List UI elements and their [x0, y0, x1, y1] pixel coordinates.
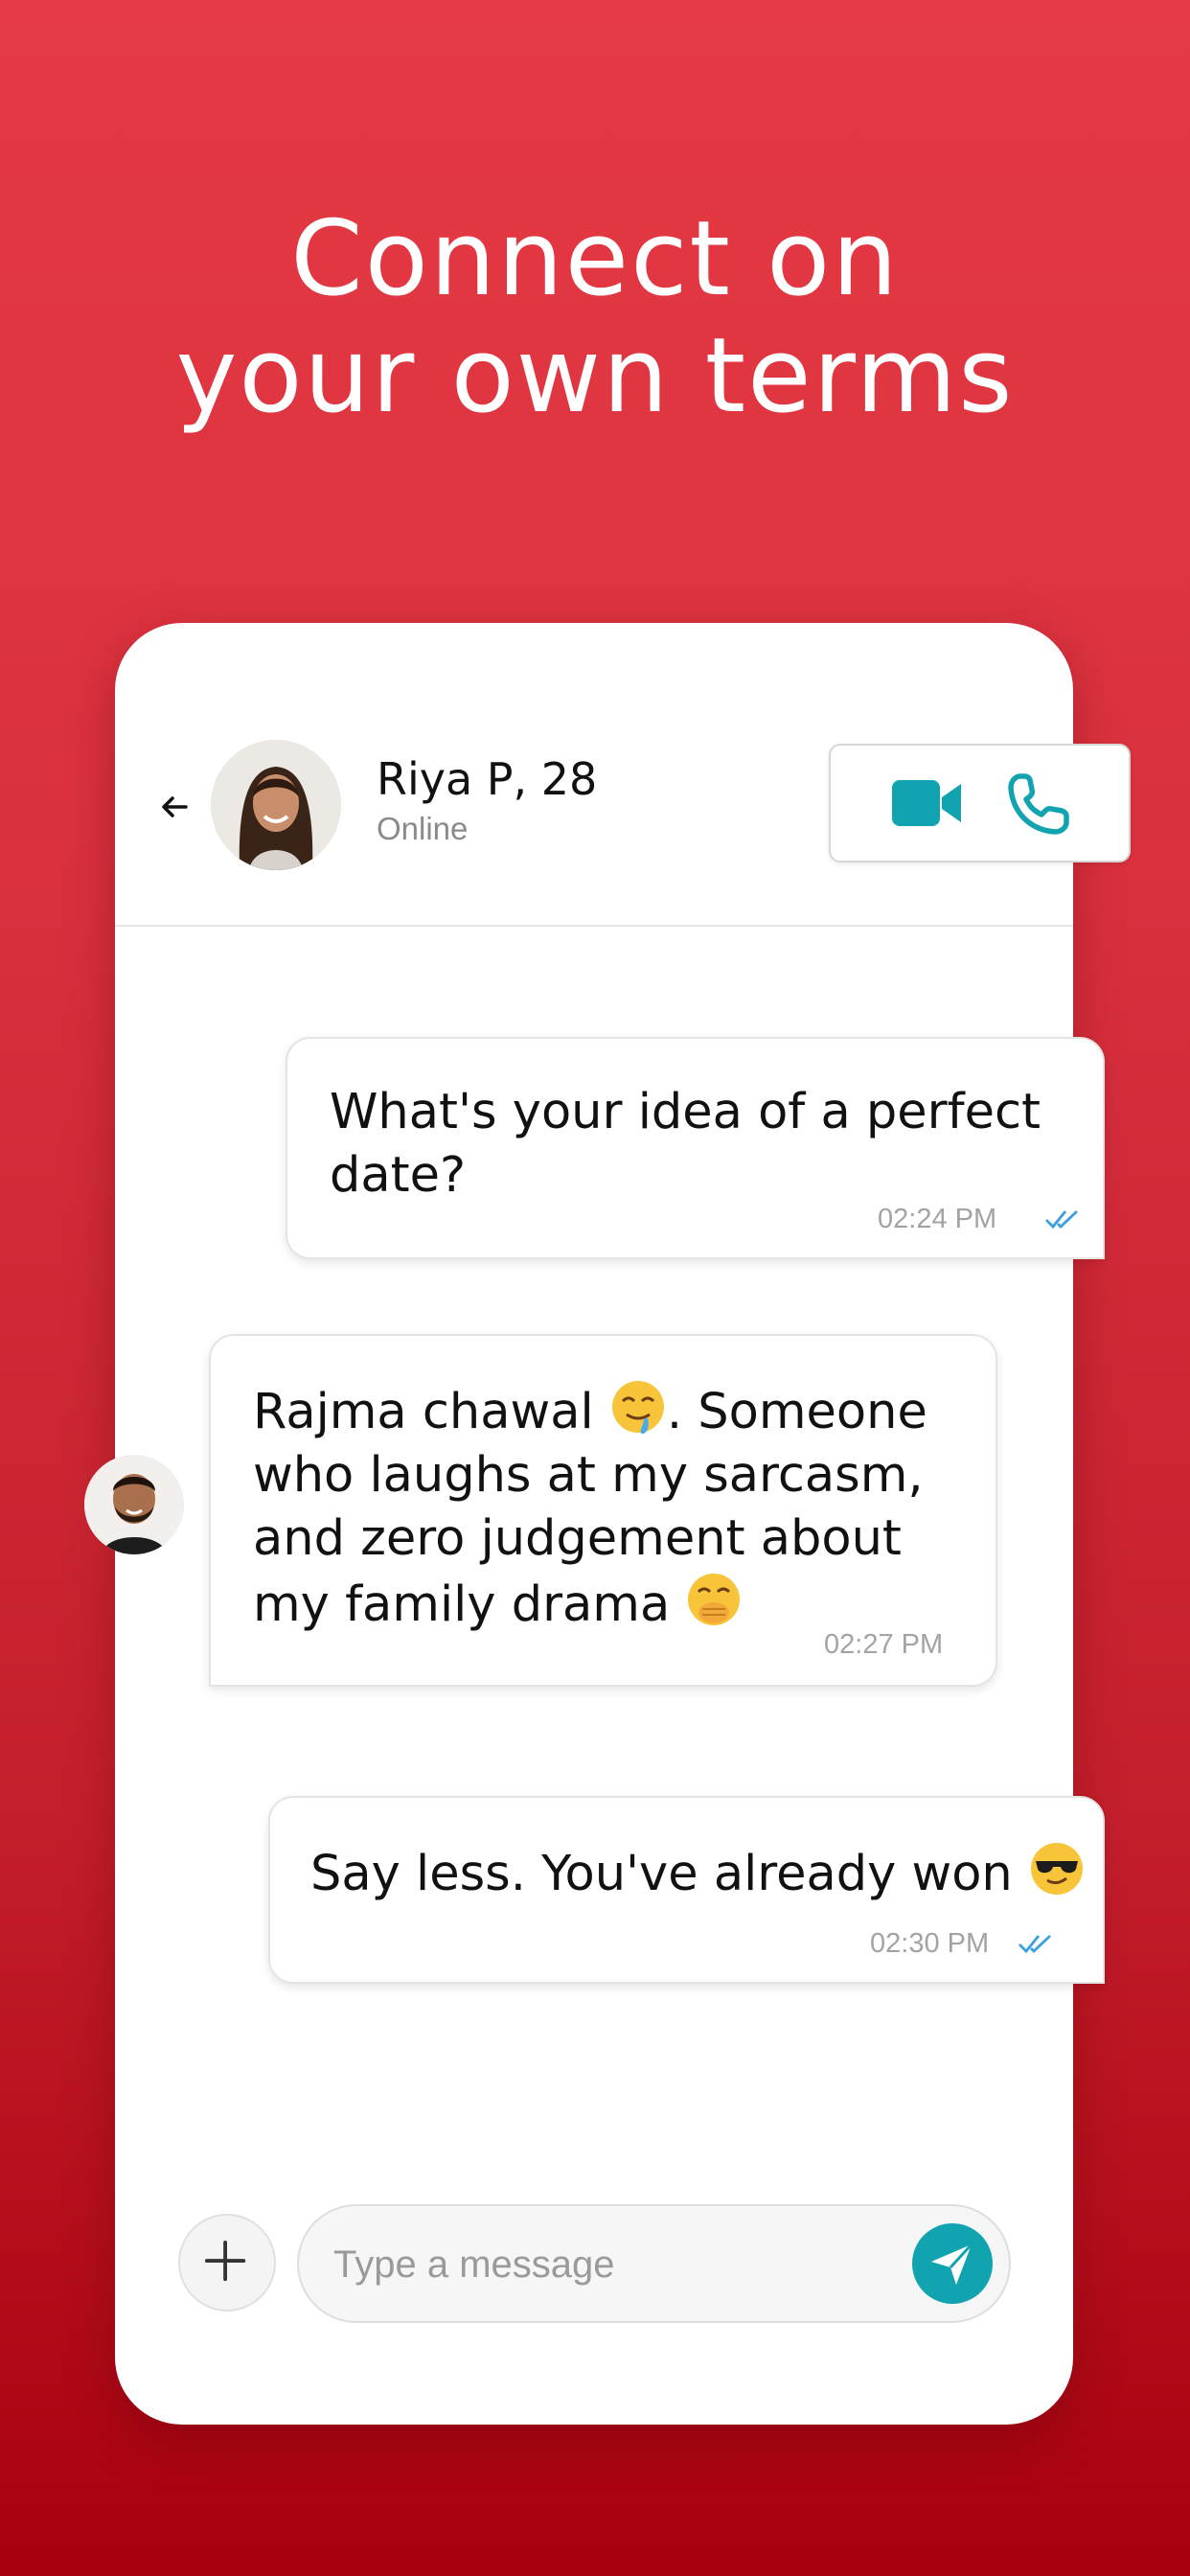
message-line: What's your idea of a perfect — [330, 1084, 1041, 1140]
message-time: 02:27 PM — [824, 1629, 944, 1660]
video-call-icon[interactable] — [890, 772, 965, 834]
sender-avatar[interactable] — [84, 1455, 184, 1554]
headline: Connect on your own terms — [0, 201, 1190, 435]
message-line: Rajma chawal . Someone — [253, 1378, 927, 1444]
contact-avatar[interactable] — [211, 740, 341, 870]
message-line: who laughs at my sarcasm, — [253, 1447, 924, 1504]
headline-line-1: Connect on — [290, 199, 900, 319]
send-icon — [931, 2242, 973, 2285]
message-fragment: my family drama — [253, 1576, 671, 1633]
contact-status: Online — [377, 811, 469, 846]
chat-screen: Riya P, 28 Online What's your idea of a … — [84, 623, 1131, 2425]
headline-line-2: your own terms — [175, 316, 1015, 436]
message-fragment: Say less. You've already won — [310, 1846, 1013, 1902]
message-bubble-outgoing[interactable]: Say less. You've already won 02:30 PM — [268, 1796, 1105, 1984]
double-check-icon — [1018, 1934, 1051, 1954]
contact-name: Riya P, 28 — [377, 753, 598, 805]
message-time: 02:24 PM — [878, 1204, 997, 1234]
message-text: Rajma chawal . Someone who laughs at my … — [253, 1378, 927, 1637]
message-fragment: . Someone — [666, 1384, 927, 1440]
plus-icon — [204, 2240, 246, 2282]
sunglasses-emoji-icon — [1030, 1843, 1083, 1895]
add-attachment-button[interactable] — [178, 2214, 276, 2312]
message-text: Say less. You've already won — [310, 1840, 1086, 1906]
message-bubble-incoming[interactable]: Rajma chawal . Someone who laughs at my … — [209, 1334, 997, 1687]
contact-photo — [211, 740, 341, 870]
header-divider — [115, 925, 1073, 927]
drooling-emoji-icon — [611, 1381, 664, 1434]
message-bubble-outgoing[interactable]: What's your idea of a perfect date? 02:2… — [286, 1037, 1105, 1259]
message-line: date? — [330, 1147, 467, 1204]
message-line: and zero judgement about — [253, 1510, 902, 1567]
message-time: 02:30 PM — [870, 1928, 990, 1959]
send-button[interactable] — [912, 2223, 993, 2304]
back-arrow-icon[interactable] — [155, 788, 194, 826]
hand-over-mouth-emoji-icon — [688, 1574, 741, 1625]
message-input[interactable] — [332, 2227, 872, 2302]
sender-photo — [84, 1455, 184, 1554]
double-check-icon — [1045, 1209, 1078, 1230]
message-fragment: Rajma chawal — [253, 1384, 594, 1440]
message-composer — [297, 2204, 1011, 2323]
message-text: What's your idea of a perfect date? — [330, 1081, 1041, 1208]
phone-call-icon[interactable] — [1003, 770, 1072, 840]
call-actions — [829, 744, 1131, 862]
message-line: my family drama — [253, 1571, 927, 1637]
